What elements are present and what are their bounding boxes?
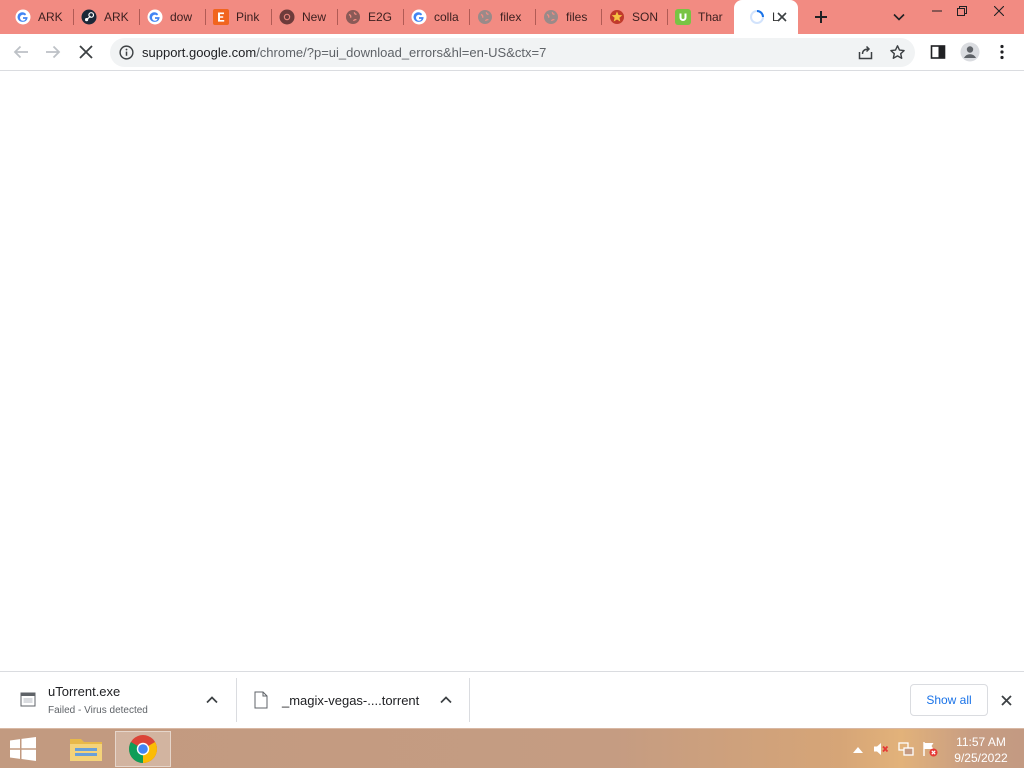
clock-date: 9/25/2022 [954, 751, 1008, 765]
tab-download-google[interactable]: dow [132, 0, 204, 34]
side-panel-icon [930, 45, 946, 59]
address-bar[interactable]: support.google.com/chrome/?p=ui_download… [110, 38, 915, 67]
tab-strip: ARK ARK dow Pink New E2G colla filex fil… [0, 0, 1024, 34]
stop-x-icon [79, 45, 93, 59]
screen: ARK ARK dow Pink New E2G colla filex fil… [0, 0, 1024, 768]
url-host: support.google.com [142, 45, 257, 60]
google-icon [15, 9, 31, 25]
tab-search-button[interactable] [882, 6, 916, 28]
tab-ark-steam[interactable]: ARK [66, 0, 138, 34]
download-item-utorrent[interactable]: uTorrent.exe Failed - Virus detected [0, 672, 236, 729]
tray-show-hidden-icon[interactable] [850, 741, 866, 757]
avatar-icon [960, 42, 980, 62]
window-close-button[interactable] [982, 0, 1016, 22]
restore-icon [957, 6, 967, 16]
etsy-icon [213, 9, 229, 25]
close-shelf-icon[interactable] [996, 690, 1016, 710]
show-all-button[interactable]: Show all [910, 684, 988, 716]
tab-title: colla [434, 10, 459, 24]
google-icon [411, 9, 427, 25]
tab-colla-google[interactable]: colla [396, 0, 468, 34]
folder-icon [70, 739, 102, 761]
download-item-magix-torrent[interactable]: _magix-vegas-....torrent [237, 672, 469, 729]
clock-time: 11:57 AM [956, 735, 1006, 749]
download-filename: _magix-vegas-....torrent [282, 693, 420, 708]
kebab-menu-icon [1000, 44, 1004, 60]
plus-icon [815, 11, 827, 23]
browser-toolbar: support.google.com/chrome/?p=ui_download… [0, 34, 1024, 71]
chrome-logo-icon [129, 735, 157, 763]
globe-icon [543, 9, 559, 25]
tab-title: Thar [698, 10, 723, 24]
download-filename: uTorrent.exe [48, 684, 121, 699]
tab-title: SON [632, 10, 658, 24]
stop-loading-button[interactable] [73, 39, 99, 65]
chevron-up-icon[interactable] [203, 691, 221, 709]
restore-button[interactable] [945, 0, 979, 22]
exe-file-icon [20, 691, 36, 709]
tab-title: Pink [236, 10, 260, 24]
page-content [0, 71, 1024, 671]
google-icon [147, 9, 163, 25]
globe-icon [345, 9, 361, 25]
steam-icon [81, 9, 97, 25]
share-icon[interactable] [857, 44, 874, 61]
new-tab-button[interactable] [810, 6, 832, 28]
tab-active-loading[interactable]: L [734, 0, 798, 34]
tab-title: files [566, 10, 588, 24]
tab-close-icon[interactable] [774, 9, 790, 25]
tab-title: New [302, 10, 327, 24]
download-status: Failed - Virus detected [48, 705, 148, 716]
profile-button[interactable] [957, 39, 983, 65]
back-button[interactable] [8, 39, 34, 65]
tab-new-chrome[interactable]: New [264, 0, 336, 34]
windows-taskbar: 11:57 AM 9/25/2022 [0, 728, 1024, 768]
network-icon[interactable] [898, 741, 914, 757]
file-icon [254, 691, 270, 709]
tab-title: ARK [104, 10, 129, 24]
tab-title: E2G [368, 10, 393, 24]
chevron-up-icon[interactable] [437, 691, 455, 709]
back-arrow-icon [13, 45, 28, 59]
chevron-down-icon [893, 13, 905, 21]
minimize-icon [932, 10, 942, 12]
globe-icon [477, 9, 493, 25]
taskbar-chrome[interactable] [115, 731, 171, 767]
tab-thar-utorrent[interactable]: Thar [660, 0, 732, 34]
menu-button[interactable] [989, 39, 1015, 65]
tab-son[interactable]: SON [594, 0, 666, 34]
side-panel-button[interactable] [925, 39, 951, 65]
sonic-icon [609, 9, 625, 25]
url-text: support.google.com/chrome/?p=ui_download… [142, 45, 546, 60]
utorrent-icon [675, 9, 691, 25]
site-info-icon[interactable] [118, 44, 134, 60]
action-center-flag-icon[interactable] [922, 741, 938, 757]
url-path: /chrome/?p=ui_download_errors&hl=en-US&c… [256, 45, 547, 60]
tab-ark-google[interactable]: ARK [0, 0, 72, 34]
forward-arrow-icon [46, 45, 61, 59]
download-shelf: uTorrent.exe Failed - Virus detected _ma… [0, 671, 1024, 728]
bookmark-star-icon[interactable] [889, 44, 906, 61]
tab-title: dow [170, 10, 193, 24]
tab-filex[interactable]: filex [462, 0, 534, 34]
loading-spinner-icon [749, 9, 765, 25]
volume-muted-icon[interactable] [873, 741, 889, 757]
tab-pink-etsy[interactable]: Pink [198, 0, 270, 34]
close-icon [994, 6, 1004, 16]
taskbar-clock[interactable]: 11:57 AM 9/25/2022 [946, 734, 1016, 766]
taskbar-file-explorer[interactable] [58, 731, 114, 767]
windows-start-icon[interactable] [8, 737, 38, 761]
tab-title: filex [500, 10, 522, 24]
tab-files[interactable]: files [528, 0, 600, 34]
chrome-icon [279, 9, 295, 25]
download-separator [469, 678, 470, 722]
tab-title: ARK [38, 10, 63, 24]
tab-e2g[interactable]: E2G [330, 0, 402, 34]
forward-button[interactable] [40, 39, 66, 65]
